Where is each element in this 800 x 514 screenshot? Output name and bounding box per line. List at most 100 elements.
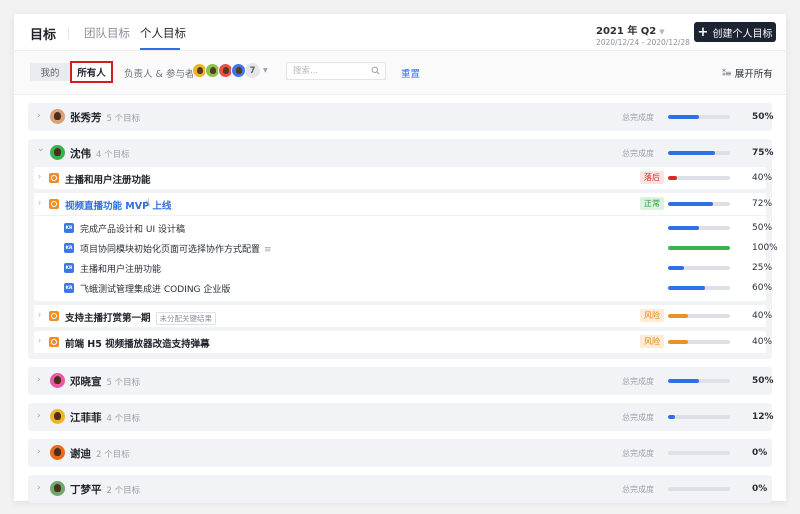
progress-bar — [668, 115, 730, 119]
status-badge: 正常 — [640, 197, 664, 210]
avatar — [50, 481, 65, 496]
page-header: 目标 团队目标 个人目标 2021 年 Q2 ▼ 2020/12/24 - 202… — [14, 14, 786, 51]
hand-cursor-icon: ☝ — [144, 198, 151, 209]
chevron-right-icon[interactable]: › — [37, 483, 41, 493]
person-group: ⌄ 沈伟 4 个目标 总完成度 75% › 主播和用户注册功能 落后 40% ›… — [28, 139, 778, 359]
progress-percent: 0% — [752, 448, 768, 458]
key-result-row[interactable]: KR 飞蛾测试管理集成进 CODING 企业版 60% — [34, 278, 772, 298]
note-icon[interactable]: ≡ — [264, 245, 272, 255]
person-group: › 江菲菲 4 个目标 总完成度 12% — [28, 403, 774, 431]
progress-percent: 50% — [752, 223, 773, 233]
progress-label: 总完成度 — [622, 485, 654, 494]
person-group: › 谢迪 2 个目标 总完成度 0% — [28, 439, 772, 467]
group-header[interactable]: › 邓晓宣 5 个目标 总完成度 50% — [28, 367, 774, 395]
expand-all-label: 展开所有 — [734, 69, 773, 80]
objective-row[interactable]: › 视频直播功能 MVP 上线 ☝ 正常 72% — [34, 193, 772, 215]
group-objectives: › 主播和用户注册功能 落后 40% › 视频直播功能 MVP 上线 ☝ 正常 … — [28, 167, 778, 359]
goal-count: 4 个目标 — [106, 414, 141, 424]
owner-avatar-filter[interactable]: 7 ▼ — [192, 63, 268, 78]
chevron-right-icon[interactable]: › — [38, 310, 41, 319]
key-result-row[interactable]: KR 完成产品设计和 UI 设计稿 50% — [34, 218, 772, 238]
progress-label: 总完成度 — [622, 449, 654, 458]
progress-bar — [668, 379, 730, 383]
segment-everyone[interactable]: 所有人 — [70, 61, 113, 83]
person-name: 谢迪 — [70, 448, 91, 460]
progress-fill — [668, 415, 676, 419]
objective-title[interactable]: 主播和用户注册功能 — [65, 172, 151, 186]
group-header[interactable]: › 张秀芳 5 个目标 总完成度 50% — [28, 103, 774, 131]
filter-toolbar: 我的 所有人 负责人 & 参与者 7 ▼ 重置 ⁑≡ 展开所有 — [14, 51, 786, 95]
create-button-label: 创建个人目标 — [712, 28, 773, 40]
progress-fill — [668, 379, 699, 383]
expand-icon: ⁑≡ — [722, 68, 732, 78]
chevron-right-icon[interactable]: › — [37, 375, 41, 385]
avatar[interactable] — [231, 63, 246, 78]
objective-row[interactable]: › 前端 H5 视频播放器改造支持弹幕 风险 40% — [34, 331, 772, 353]
reset-link[interactable]: 重置 — [401, 66, 420, 80]
status-badge: 风险 — [640, 309, 664, 322]
search-icon[interactable] — [371, 66, 380, 75]
person-name: 丁梦平 — [70, 484, 102, 496]
progress-bar — [668, 487, 730, 491]
chevron-right-icon[interactable]: › — [38, 172, 41, 181]
chevron-right-icon[interactable]: › — [37, 411, 41, 421]
progress-bar — [668, 176, 730, 180]
segment-mine[interactable]: 我的 — [30, 63, 70, 81]
title-divider — [68, 27, 69, 39]
objective-title[interactable]: 支持主播打赏第一期 — [65, 313, 151, 324]
page-title: 目标 — [30, 28, 57, 43]
tab-team-goals[interactable]: 团队目标 — [84, 25, 130, 41]
group-header[interactable]: › 江菲菲 4 个目标 总完成度 12% — [28, 403, 774, 431]
progress-fill — [668, 314, 689, 318]
objective-title[interactable]: 前端 H5 视频播放器改造支持弹幕 — [65, 336, 210, 350]
plus-icon: + — [697, 24, 709, 40]
objective-title[interactable]: 视频直播功能 MVP 上线 — [65, 198, 171, 212]
group-header[interactable]: ⌄ 沈伟 4 个目标 总完成度 75% — [28, 139, 774, 167]
chevron-right-icon[interactable]: › — [38, 198, 41, 207]
unassigned-kr-tag: 未分配关键结果 — [155, 312, 217, 325]
key-results-list: KR 完成产品设计和 UI 设计稿 50% KR 项目协同模块初始化页面可选择协… — [34, 215, 778, 301]
tab-personal-goals[interactable]: 个人目标 — [140, 25, 186, 41]
key-result-row[interactable]: KR 项目协同模块初始化页面可选择协作方式配置 ≡ 100% — [34, 238, 778, 258]
progress-label: 总完成度 — [622, 413, 654, 422]
goal-list: › 张秀芳 5 个目标 总完成度 50% ⌄ 沈伟 4 个目标 总完成度 75% — [28, 103, 778, 511]
progress-bar — [668, 415, 730, 419]
person-name: 邓晓宣 — [70, 376, 102, 388]
key-result-title[interactable]: 完成产品设计和 UI 设计稿 — [80, 222, 185, 235]
group-header[interactable]: › 丁梦平 2 个目标 总完成度 0% — [28, 475, 772, 503]
kr-icon: KR — [64, 263, 74, 273]
progress-percent: 100% — [752, 243, 778, 253]
key-result-row[interactable]: KR 主播和用户注册功能 25% — [34, 258, 772, 278]
key-result-title[interactable]: 飞蛾测试管理集成进 CODING 企业版 — [80, 282, 230, 295]
progress-fill — [668, 151, 715, 155]
create-personal-goal-button[interactable]: + 创建个人目标 — [694, 22, 776, 42]
progress-fill — [668, 115, 699, 119]
objective-row[interactable]: › 支持主播打赏第一期 未分配关键结果 风险 40% — [34, 305, 772, 327]
progress-label: 总完成度 — [622, 113, 654, 122]
chevron-down-icon[interactable]: ⌄ — [37, 144, 45, 154]
period-selector[interactable]: 2021 年 Q2 ▼ 2020/12/24 - 2020/12/28 — [596, 22, 690, 47]
chevron-right-icon[interactable]: › — [38, 336, 41, 345]
objective-icon — [49, 173, 59, 183]
group-header[interactable]: › 谢迪 2 个目标 总完成度 0% — [28, 439, 772, 467]
progress-percent: 75% — [752, 148, 774, 158]
chevron-right-icon[interactable]: › — [37, 111, 41, 121]
more-avatars-count[interactable]: 7 — [245, 63, 260, 78]
expand-all-button[interactable]: ⁑≡ 展开所有 — [722, 66, 773, 81]
caret-down-icon[interactable]: ▼ — [263, 67, 268, 74]
chevron-right-icon[interactable]: › — [37, 447, 41, 457]
objective-row[interactable]: › 主播和用户注册功能 落后 40% — [34, 167, 772, 189]
person-name: 沈伟 — [70, 148, 91, 160]
status-badge: 风险 — [640, 335, 664, 348]
key-result-title[interactable]: 项目协同模块初始化页面可选择协作方式配置 — [80, 245, 260, 255]
progress-label: 总完成度 — [622, 377, 654, 386]
key-result-title[interactable]: 主播和用户注册功能 — [80, 262, 161, 275]
progress-fill — [668, 202, 713, 206]
progress-bar — [668, 246, 730, 250]
objective-card: › 前端 H5 视频播放器改造支持弹幕 风险 40% — [34, 331, 772, 353]
search-box[interactable] — [286, 62, 386, 80]
progress-fill — [668, 286, 706, 290]
goal-count: 4 个目标 — [96, 150, 130, 160]
progress-percent: 60% — [752, 283, 773, 293]
search-input[interactable] — [287, 63, 367, 79]
